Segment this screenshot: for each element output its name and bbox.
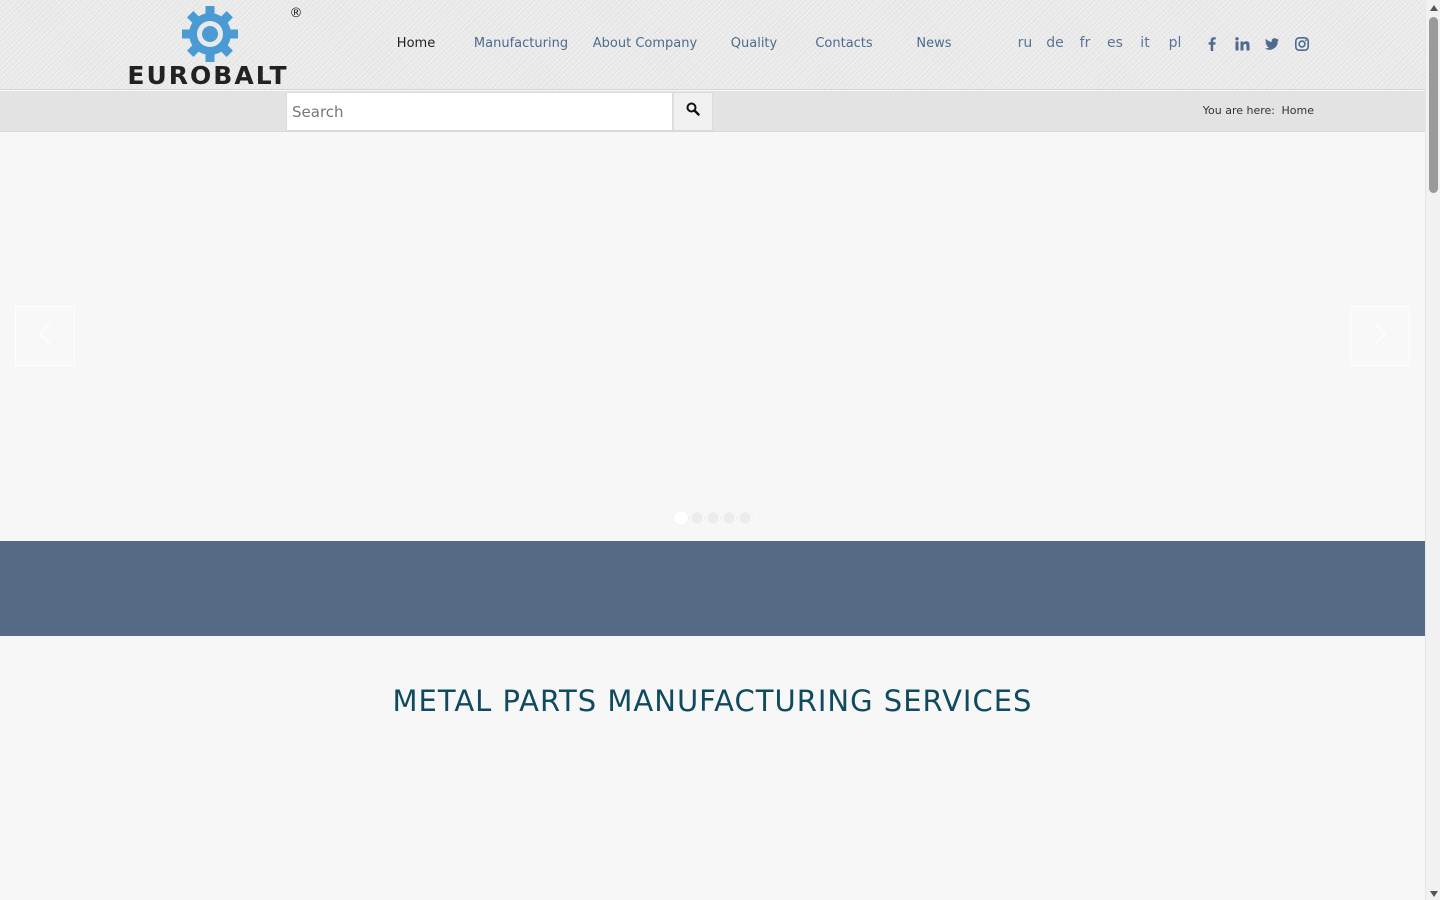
chevron-left-icon (38, 322, 52, 351)
slider-dot-5[interactable] (738, 511, 752, 525)
arrow-up-icon (1429, 0, 1438, 16)
page: EUROBALT ® Home Manufacturing About Comp… (0, 0, 1425, 900)
slider-next-button[interactable] (1350, 306, 1410, 366)
site-header: EUROBALT ® Home Manufacturing About Comp… (0, 0, 1425, 90)
linkedin-icon[interactable] (1234, 36, 1250, 52)
page-scrollbar[interactable] (1425, 0, 1440, 900)
eurobalt-logo[interactable]: EUROBALT ® (108, 4, 308, 88)
scroll-thumb[interactable] (1429, 17, 1438, 193)
facebook-icon[interactable] (1204, 36, 1220, 52)
nav-manufacturing[interactable]: Manufacturing (474, 36, 568, 56)
hero-slider (0, 133, 1425, 541)
scroll-up-button[interactable] (1426, 0, 1440, 14)
chevron-right-icon (1373, 322, 1387, 351)
slider-prev-button[interactable] (15, 306, 75, 366)
search-input[interactable] (286, 92, 673, 131)
breadcrumb-home-link[interactable]: Home (1282, 104, 1314, 117)
twitter-icon[interactable] (1264, 36, 1280, 52)
slider-dot-1[interactable] (674, 511, 688, 525)
sub-header-bar: You are here: Home (0, 91, 1425, 132)
nav-contacts[interactable]: Contacts (815, 36, 872, 56)
nav-home[interactable]: Home (397, 36, 435, 56)
lang-ru[interactable]: ru (1018, 35, 1033, 51)
breadcrumb-prefix: You are here: (1202, 104, 1276, 117)
lang-it[interactable]: it (1140, 35, 1149, 51)
search-icon (686, 102, 700, 121)
slider-dot-4[interactable] (722, 511, 736, 525)
lang-es[interactable]: es (1107, 35, 1123, 51)
slider-dot-2[interactable] (690, 511, 704, 525)
arrow-down-icon (1429, 884, 1438, 900)
section-title: METAL PARTS MANUFACTURING SERVICES (392, 684, 1033, 718)
color-band (0, 541, 1425, 636)
nav-quality[interactable]: Quality (731, 36, 777, 56)
breadcrumb: You are here: Home (1203, 104, 1314, 117)
lang-pl[interactable]: pl (1169, 35, 1182, 51)
registered-mark: ® (290, 6, 303, 21)
scroll-down-button[interactable] (1426, 886, 1440, 900)
nav-news[interactable]: News (916, 36, 951, 56)
nav-about-company[interactable]: About Company (593, 36, 697, 56)
search-button[interactable] (673, 92, 713, 131)
lang-de[interactable]: de (1046, 35, 1064, 51)
slider-dot-3[interactable] (706, 511, 720, 525)
lang-fr[interactable]: fr (1080, 35, 1091, 51)
logo-wordmark: EUROBALT (127, 61, 288, 88)
instagram-icon[interactable] (1294, 36, 1310, 52)
